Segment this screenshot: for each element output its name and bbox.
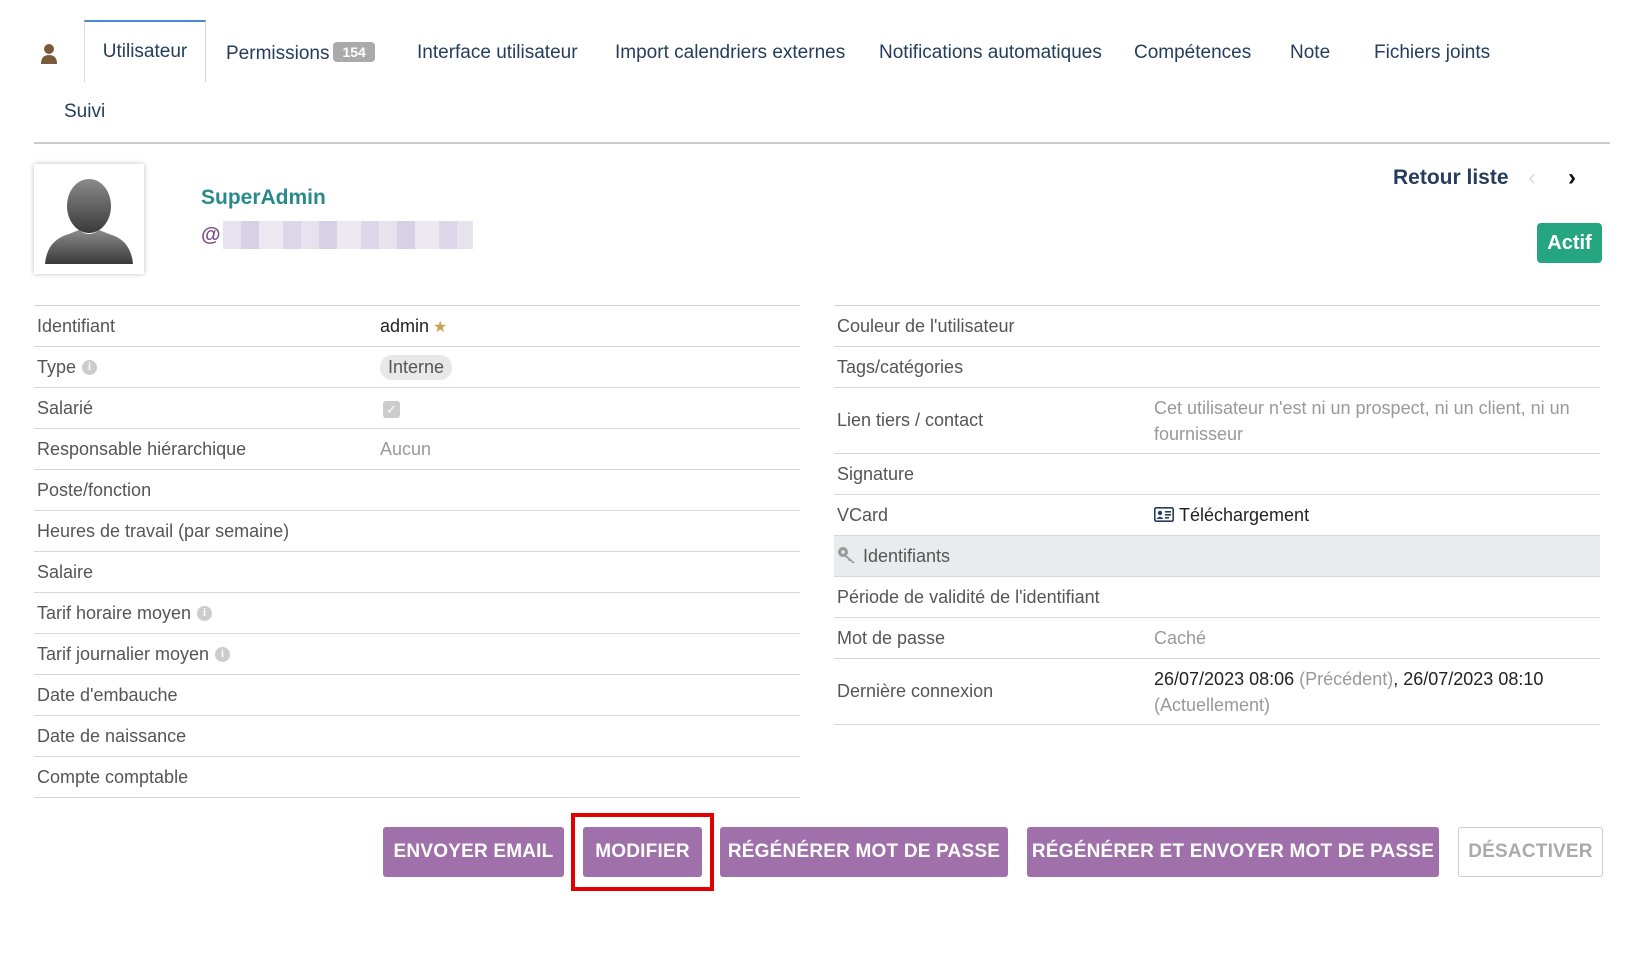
table-row: Identifiant admin ★ (34, 306, 800, 347)
section-title: Identifiants (834, 546, 1154, 567)
tab-note[interactable]: Note (1290, 42, 1330, 64)
tab-label: Interface utilisateur (417, 42, 578, 63)
tab-interface-utilisateur[interactable]: Interface utilisateur (417, 42, 578, 64)
tab-utilisateur[interactable]: Utilisateur (84, 20, 206, 82)
user-extra-table: Couleur de l'utilisateur Tags/catégories… (834, 305, 1600, 725)
redacted-handle (222, 221, 473, 249)
avatar (34, 164, 144, 274)
field-label: VCard (837, 504, 889, 525)
username: SuperAdmin (201, 186, 326, 209)
at-sign: @ (201, 223, 221, 246)
tab-import-calendriers[interactable]: Import calendriers externes (615, 42, 845, 64)
tab-notifications[interactable]: Notifications automatiques (879, 42, 1102, 64)
info-icon[interactable]: i (197, 606, 213, 622)
user-icon[interactable] (40, 43, 58, 71)
table-row: Signature (834, 454, 1600, 495)
tab-label: Compétences (1134, 42, 1252, 63)
table-row: Compte comptable (34, 757, 800, 798)
field-label: Tarif horaire moyen i (34, 603, 380, 624)
info-icon[interactable]: i (82, 360, 98, 376)
user-handle: @ (201, 220, 473, 250)
table-row: Mot de passe Caché (834, 618, 1600, 659)
tab-suivi[interactable]: Suivi (64, 101, 105, 123)
table-row: VCard Téléchargement (834, 495, 1600, 536)
type-pill: Interne (380, 354, 453, 380)
field-label: Dernière connexion (837, 681, 994, 701)
tab-label: Note (1290, 42, 1331, 63)
tab-label: Suivi (64, 101, 106, 122)
tab-label: Permissions (226, 43, 330, 64)
tab-label: Utilisateur (102, 41, 188, 62)
user-details-table: Identifiant admin ★ Type i Interne Salarié… (34, 305, 800, 798)
field-label: Salarié (37, 397, 94, 418)
highlight-box (571, 813, 714, 891)
deactivate-button[interactable]: DÉSACTIVER (1458, 827, 1603, 877)
chevron-left-icon[interactable]: ‹ (1528, 164, 1536, 192)
table-row: Période de validité de l'identifiant (834, 577, 1600, 618)
credentials-section-header: Identifiants (834, 536, 1600, 577)
field-label: Salaire (37, 561, 94, 582)
field-label: Mot de passe (837, 627, 946, 648)
contact-card-icon (1154, 506, 1174, 522)
table-row: Dernière connexion 26/07/2023 08:06 (Pré… (834, 659, 1600, 725)
field-label: Compte comptable (37, 766, 189, 787)
field-label: Date d'embauche (37, 684, 178, 705)
star-icon: ★ (433, 318, 448, 336)
thirdparty-link-value: Cet utilisateur n'est ni un prospect, ni… (1154, 397, 1570, 444)
regenerate-send-password-button[interactable]: RÉGÉNÉRER ET ENVOYER MOT DE PASSE (1027, 827, 1439, 877)
table-row: Date d'embauche (34, 675, 800, 716)
field-label: Signature (837, 463, 915, 484)
table-row: Tarif journalier moyen i (34, 634, 800, 675)
send-email-button[interactable]: ENVOYER EMAIL (383, 827, 564, 877)
table-row: Type i Interne (34, 347, 800, 388)
permissions-count-badge: 154 (333, 42, 375, 62)
table-row: Couleur de l'utilisateur (834, 306, 1600, 347)
tab-bar: Utilisateur Permissions 154 Interface uti… (34, 20, 1610, 144)
table-row: Tarif horaire moyen i (34, 593, 800, 634)
manager-value: Aucun (380, 438, 432, 459)
field-label: Heures de travail (par semaine) (37, 520, 290, 541)
regenerate-password-button[interactable]: RÉGÉNÉRER MOT DE PASSE (720, 827, 1008, 877)
chevron-right-icon[interactable]: › (1568, 164, 1576, 192)
tab-competences[interactable]: Compétences (1134, 42, 1251, 64)
field-label: Tags/catégories (837, 356, 964, 377)
field-label: Poste/fonction (37, 479, 152, 500)
table-row: Responsable hiérarchique Aucun (34, 429, 800, 470)
table-row: Salaire (34, 552, 800, 593)
field-label: Tarif journalier moyen i (34, 644, 380, 665)
vcard-download-link[interactable]: Téléchargement (1154, 505, 1600, 526)
last-login-value: 26/07/2023 08:06 (Précédent), 26/07/2023… (1154, 668, 1544, 715)
tab-permissions[interactable]: Permissions 154 (226, 42, 375, 65)
field-label: Couleur de l'utilisateur (837, 315, 1015, 336)
tab-label: Notifications automatiques (879, 42, 1102, 63)
table-row: Salarié ✓ (34, 388, 800, 429)
tab-label: Import calendriers externes (615, 42, 846, 63)
checkbox-checked-icon: ✓ (383, 400, 400, 418)
table-row: Poste/fonction (34, 470, 800, 511)
field-label: Type i (34, 357, 380, 378)
tab-fichiers-joints[interactable]: Fichiers joints (1374, 42, 1490, 64)
tab-label: Fichiers joints (1374, 42, 1491, 63)
back-to-list-link[interactable]: Retour liste (1393, 166, 1509, 190)
field-label: Responsable hiérarchique (37, 438, 247, 459)
table-row: Lien tiers / contact Cet utilisateur n'e… (834, 388, 1600, 454)
table-row: Tags/catégories (834, 347, 1600, 388)
field-label: Identifiant (37, 315, 116, 336)
status-badge: Actif (1537, 223, 1602, 263)
field-label: Lien tiers / contact (837, 410, 984, 430)
password-value: Caché (1154, 627, 1207, 648)
default-avatar-icon (45, 179, 133, 264)
table-row: Date de naissance (34, 716, 800, 757)
key-icon (838, 546, 855, 563)
field-label: Date de naissance (37, 725, 187, 746)
login-value: admin ★ (380, 315, 448, 336)
info-icon[interactable]: i (215, 647, 231, 663)
table-row: Heures de travail (par semaine) (34, 511, 800, 552)
field-label: Période de validité de l'identifiant (837, 586, 1100, 607)
